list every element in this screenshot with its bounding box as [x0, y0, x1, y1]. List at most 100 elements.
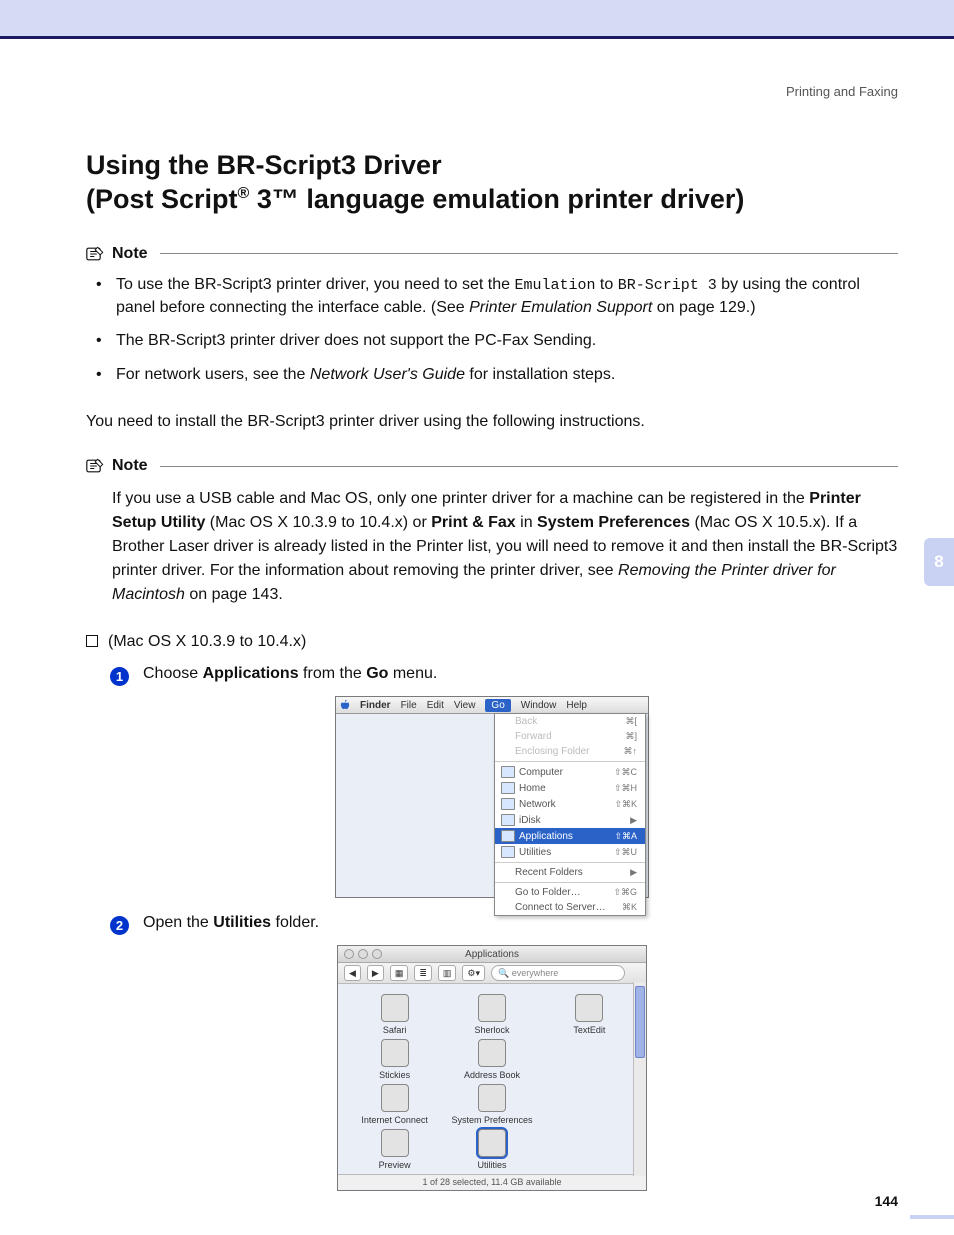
- note-pencil-icon: [86, 457, 106, 475]
- go-menu-item[interactable]: Computer ⇧⌘C: [495, 764, 645, 780]
- go-menu-item[interactable]: Forward ⌘]: [495, 729, 645, 744]
- view-columns-button[interactable]: ▥: [438, 965, 457, 981]
- t: Print & Fax: [431, 514, 515, 531]
- menu-shortcut: ⇧⌘C: [614, 767, 637, 778]
- step-2: 2 Open the Utilities folder.: [110, 914, 898, 935]
- go-menu-item[interactable]: Go to Folder…⇧⌘G: [495, 885, 645, 900]
- screenshot-go-menu: Finder File Edit View Go Window Help Bac…: [335, 696, 649, 898]
- app-item[interactable]: Stickies: [348, 1039, 441, 1080]
- app-label: Utilities: [477, 1160, 506, 1170]
- go-menu-item[interactable]: Connect to Server…⌘K: [495, 900, 645, 915]
- menubar-item-help[interactable]: Help: [566, 700, 587, 711]
- go-menu-item[interactable]: Enclosing Folder⌘↑: [495, 744, 645, 759]
- menubar-item-file[interactable]: File: [401, 700, 417, 711]
- app-icon: [478, 1129, 506, 1157]
- t: For network users, see the: [116, 366, 310, 383]
- nav-forward-button[interactable]: ▶: [367, 965, 384, 981]
- menu-shortcut: ⇧⌘A: [614, 831, 637, 842]
- app-item[interactable]: Preview: [348, 1129, 441, 1170]
- app-item[interactable]: Internet Connect: [348, 1084, 441, 1125]
- app-icon: [381, 1039, 409, 1067]
- view-list-button[interactable]: ≣: [414, 965, 432, 981]
- minimize-icon[interactable]: [358, 949, 368, 959]
- app-icon: [381, 1084, 409, 1112]
- app-item[interactable]: TextEdit: [543, 994, 636, 1035]
- finder-toolbar: ◀ ▶ ▦ ≣ ▥ ⚙︎▾ 🔍 everywhere: [338, 963, 646, 984]
- menu-item-label: Connect to Server…: [515, 902, 606, 913]
- menu-item-label: Computer: [519, 767, 563, 778]
- scrollbar-thumb[interactable]: [635, 986, 645, 1058]
- go-menu-item[interactable]: iDisk▶: [495, 812, 645, 828]
- step-number-badge: 2: [110, 916, 129, 935]
- t: to: [595, 276, 617, 293]
- vertical-scrollbar[interactable]: [633, 982, 646, 1176]
- app-item[interactable]: Safari: [348, 994, 441, 1035]
- go-menu-item[interactable]: Applications ⇧⌘A: [495, 828, 645, 844]
- finder-search-field[interactable]: 🔍 everywhere: [491, 965, 625, 981]
- app-icon: [381, 994, 409, 1022]
- view-icons-button[interactable]: ▦: [390, 965, 409, 981]
- app-icon: [478, 1084, 506, 1112]
- note2-body: If you use a USB cable and Mac OS, only …: [112, 487, 898, 607]
- t: for installation steps.: [465, 366, 615, 383]
- menu-shortcut: ⇧⌘K: [614, 799, 637, 810]
- menu-item-label: Home: [519, 783, 546, 794]
- nav-back-button[interactable]: ◀: [344, 965, 361, 981]
- title-line1: Using the BR-Script3 Driver: [86, 150, 442, 180]
- t: Go: [366, 665, 388, 682]
- go-menu-item[interactable]: Recent Folders▶: [495, 865, 645, 880]
- code-brscript3: BR-Script 3: [618, 277, 717, 294]
- place-icon: [501, 814, 515, 826]
- app-item[interactable]: Utilities: [445, 1129, 538, 1170]
- note-pencil-icon: [86, 245, 106, 263]
- menubar-item-edit[interactable]: Edit: [427, 700, 444, 711]
- note-block-1: Note To use the BR-Script3 printer drive…: [86, 245, 898, 386]
- code-emulation: Emulation: [514, 277, 595, 294]
- t: Open the: [143, 914, 213, 931]
- go-menu-item[interactable]: Utilities⇧⌘U: [495, 844, 645, 860]
- action-gear-button[interactable]: ⚙︎▾: [462, 965, 485, 981]
- menu-item-label: Applications: [519, 831, 573, 842]
- menubar-item-view[interactable]: View: [454, 700, 476, 711]
- t: from the: [299, 665, 367, 682]
- finder-status-bar: 1 of 28 selected, 11.4 GB available: [338, 1174, 646, 1189]
- running-header: Printing and Faxing: [786, 84, 898, 99]
- page-title: Using the BR-Script3 Driver (Post Script…: [86, 149, 898, 217]
- go-menu-item[interactable]: Back⌘[: [495, 714, 645, 729]
- zoom-icon[interactable]: [372, 949, 382, 959]
- window-titlebar: Applications: [338, 946, 646, 963]
- place-icon: [501, 798, 515, 810]
- menu-shortcut: ⇧⌘U: [614, 847, 637, 858]
- menu-item-label: Enclosing Folder: [515, 746, 589, 757]
- menu-item-label: Forward: [515, 731, 552, 742]
- note-label: Note: [112, 245, 154, 263]
- menu-shortcut: ⌘]: [625, 731, 637, 742]
- place-icon: [501, 766, 515, 778]
- xref-network-guide[interactable]: Network User's Guide: [310, 366, 465, 383]
- app-item[interactable]: Address Book: [445, 1039, 538, 1080]
- app-label: Stickies: [379, 1070, 410, 1080]
- t: on page 129.): [652, 299, 755, 316]
- applications-grid: SafariSherlockTextEdit Stickies Address Bo…: [338, 984, 646, 1174]
- close-icon[interactable]: [344, 949, 354, 959]
- step-number-badge: 1: [110, 667, 129, 686]
- menubar-item-finder[interactable]: Finder: [360, 700, 391, 711]
- menubar-item-go[interactable]: Go: [485, 699, 510, 712]
- title-line2b: 3™ language emulation printer driver): [249, 184, 744, 214]
- note-label: Note: [112, 457, 154, 475]
- menu-item-label: iDisk: [519, 815, 541, 826]
- app-icon: [478, 994, 506, 1022]
- app-item[interactable]: System Preferences: [445, 1084, 538, 1125]
- subsection-heading: (Mac OS X 10.3.9 to 10.4.x): [86, 633, 898, 651]
- t: in: [516, 514, 537, 531]
- app-item[interactable]: Sherlock: [445, 994, 538, 1035]
- menubar-item-window[interactable]: Window: [521, 700, 557, 711]
- go-menu-item[interactable]: Home⇧⌘H: [495, 780, 645, 796]
- go-menu-item[interactable]: Network⇧⌘K: [495, 796, 645, 812]
- note-rule: [160, 253, 898, 254]
- top-band: [0, 0, 954, 36]
- app-label: System Preferences: [451, 1115, 532, 1125]
- menu-shortcut: ⌘[: [625, 716, 637, 727]
- t: Utilities: [213, 914, 271, 931]
- xref-printer-emulation[interactable]: Printer Emulation Support: [469, 299, 652, 316]
